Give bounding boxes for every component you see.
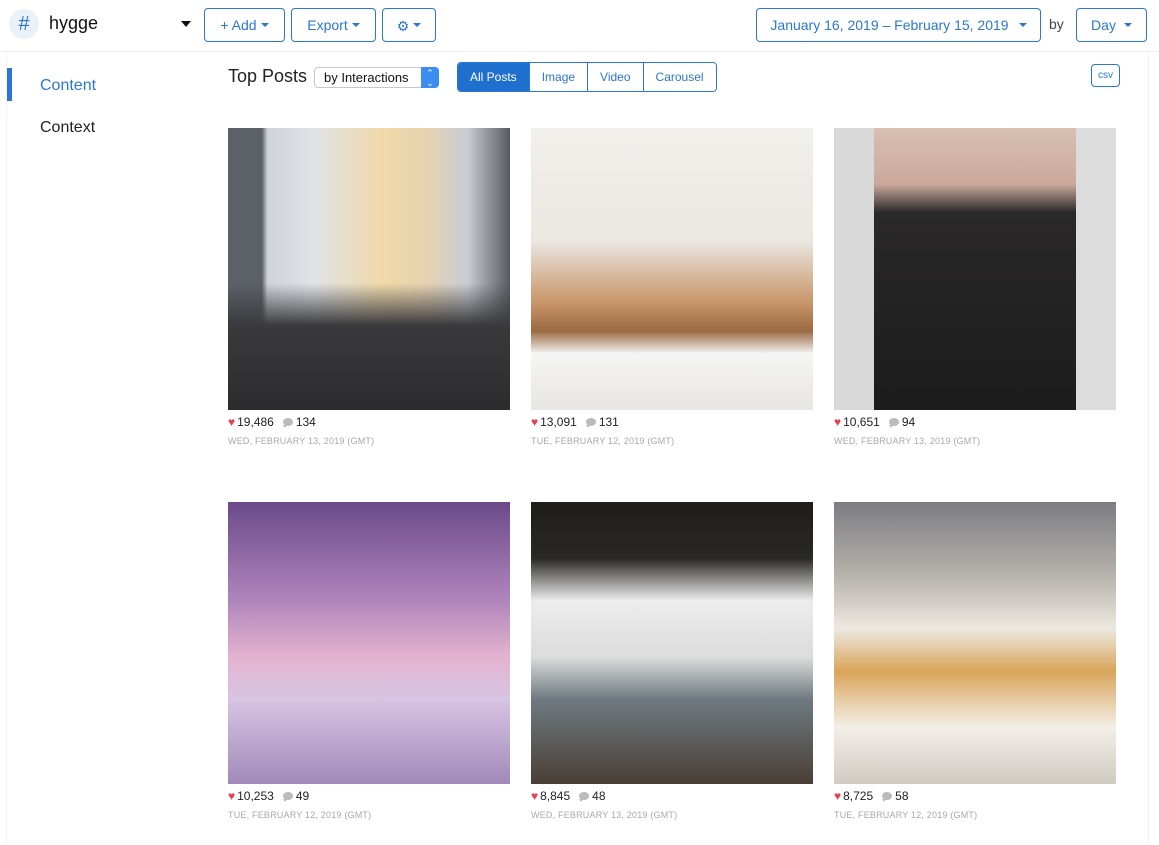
comments-count: 58 — [895, 789, 909, 803]
post-image[interactable] — [531, 128, 813, 410]
chevron-down-icon — [1018, 23, 1027, 28]
comment-icon — [579, 791, 590, 802]
likes-count: 8,845 — [540, 789, 571, 803]
post-stats: ♥ 19,486 134 — [228, 415, 510, 429]
likes-count: 8,725 — [843, 789, 874, 803]
post-date: WED, FEBRUARY 13, 2019 (GMT) — [834, 436, 981, 446]
post-type-filter: All Posts Image Video Carousel — [457, 62, 717, 92]
chevron-down-icon — [1123, 23, 1132, 28]
add-button-label: + Add — [220, 17, 257, 33]
likes-count: 10,651 — [843, 415, 880, 429]
post-stats: ♥ 13,091 131 — [531, 415, 813, 429]
post-date: TUE, FEBRUARY 12, 2019 (GMT) — [834, 810, 978, 820]
post-image[interactable] — [834, 502, 1116, 784]
post-stats: ♥ 10,651 94 — [834, 415, 1116, 429]
heart-icon: ♥ — [834, 789, 842, 803]
likes-count: 10,253 — [237, 789, 274, 803]
comments-count: 134 — [295, 415, 316, 429]
post-card: ♥ 10,651 94 WED, FEBRUARY 13, 2019 (GMT) — [834, 128, 1116, 446]
sort-select[interactable]: by Interactions ⌃ ⌄ — [314, 67, 439, 88]
content-divider — [1148, 52, 1149, 845]
hashtag-dropdown-icon[interactable] — [181, 21, 191, 27]
settings-button[interactable]: ⚙ — [382, 8, 436, 42]
date-range-picker[interactable]: January 16, 2019 – February 15, 2019 — [756, 8, 1041, 42]
heart-icon: ♥ — [228, 789, 236, 803]
post-image[interactable] — [834, 128, 1116, 410]
sidebar-item-content[interactable]: Content — [40, 77, 96, 95]
filter-all-posts[interactable]: All Posts — [458, 63, 529, 91]
post-date: TUE, FEBRUARY 12, 2019 (GMT) — [531, 436, 675, 446]
post-card: ♥ 8,845 48 WED, FEBRUARY 13, 2019 (GMT) — [531, 502, 813, 820]
top-bar: # hygge + Add Export ⚙ January 16, 2019 … — [0, 0, 1159, 52]
post-card: ♥ 13,091 131 TUE, FEBRUARY 12, 2019 (GMT) — [531, 128, 813, 446]
post-image[interactable] — [228, 128, 510, 410]
export-button[interactable]: Export — [291, 8, 376, 42]
comments-count: 131 — [598, 415, 619, 429]
post-card: ♥ 8,725 58 TUE, FEBRUARY 12, 2019 (GMT) — [834, 502, 1116, 820]
filter-video[interactable]: Video — [587, 63, 643, 91]
select-stepper-icon: ⌃ ⌄ — [421, 67, 439, 88]
granularity-select[interactable]: Day — [1076, 8, 1147, 42]
filter-carousel[interactable]: Carousel — [642, 63, 716, 91]
hashtag-name: hygge — [49, 13, 99, 33]
granularity-label: Day — [1091, 17, 1116, 33]
chevron-down-icon — [351, 23, 360, 28]
sidebar-item-context[interactable]: Context — [40, 119, 95, 137]
add-button[interactable]: + Add — [204, 8, 285, 42]
hashtag-icon: # — [9, 9, 39, 39]
post-stats: ♥ 10,253 49 — [228, 789, 510, 803]
heart-icon: ♥ — [834, 415, 842, 429]
sidebar-divider — [6, 52, 7, 845]
filter-image[interactable]: Image — [528, 63, 588, 91]
export-button-label: Export — [307, 17, 348, 33]
post-date: WED, FEBRUARY 13, 2019 (GMT) — [531, 810, 678, 820]
comment-icon — [282, 417, 293, 428]
comments-count: 49 — [295, 789, 310, 803]
active-indicator — [7, 68, 12, 101]
post-image[interactable] — [531, 502, 813, 784]
comment-icon — [888, 417, 899, 428]
heart-icon: ♥ — [531, 789, 539, 803]
post-stats: ♥ 8,725 58 — [834, 789, 1116, 803]
sort-select-value: by Interactions — [324, 70, 409, 85]
gear-icon: ⚙ — [396, 18, 410, 35]
heart-icon: ♥ — [228, 415, 236, 429]
post-card: ♥ 19,486 134 WED, FEBRUARY 13, 2019 (GMT) — [228, 128, 510, 446]
comments-count: 94 — [901, 415, 916, 429]
date-range-label: January 16, 2019 – February 15, 2019 — [770, 17, 1009, 33]
comment-icon — [282, 791, 293, 802]
chevron-down-icon — [260, 23, 269, 28]
comment-icon — [882, 791, 893, 802]
post-card: ♥ 10,253 49 TUE, FEBRUARY 12, 2019 (GMT) — [228, 502, 510, 820]
likes-count: 13,091 — [540, 415, 577, 429]
section-title: Top Posts — [228, 66, 308, 86]
post-date: TUE, FEBRUARY 12, 2019 (GMT) — [228, 810, 372, 820]
comment-icon — [585, 417, 596, 428]
csv-export-button[interactable]: csv — [1091, 64, 1120, 87]
post-image[interactable] — [228, 502, 510, 784]
likes-count: 19,486 — [237, 415, 274, 429]
by-label: by — [1049, 16, 1064, 32]
chevron-down-icon — [413, 23, 422, 28]
comments-count: 48 — [592, 789, 606, 803]
post-stats: ♥ 8,845 48 — [531, 789, 813, 803]
post-date: WED, FEBRUARY 13, 2019 (GMT) — [228, 436, 375, 446]
heart-icon: ♥ — [531, 415, 539, 429]
